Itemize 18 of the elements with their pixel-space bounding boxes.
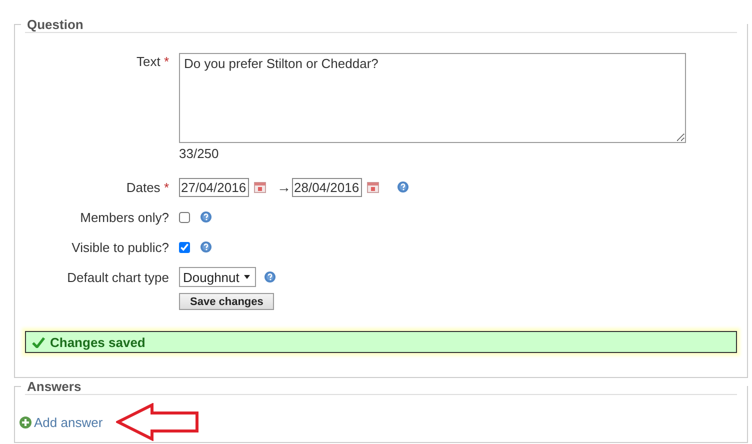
chart-type-dropdown[interactable]: Doughnut	[179, 267, 256, 287]
field-label: Visible to public?	[72, 240, 169, 254]
date-field[interactable]: 27/04/2016	[179, 178, 249, 196]
field-label: Members only?	[80, 210, 169, 224]
required-mark: *	[164, 180, 169, 194]
message-text: Changes saved	[50, 334, 146, 350]
arrow-symbol: →	[277, 179, 291, 195]
text-area[interactable]: Do you prefer Stilton or Cheddar?	[179, 53, 686, 143]
section-title: Answers	[26, 380, 82, 394]
field-label: Text	[136, 54, 160, 69]
date-field[interactable]: 28/04/2016	[292, 178, 362, 196]
field-label: Default chart type	[67, 270, 169, 284]
field-label: Dates	[126, 180, 160, 194]
add-answer-link[interactable]: Add answer	[34, 415, 103, 430]
section-title: Question	[26, 18, 84, 32]
required-mark: *	[164, 54, 169, 69]
save-button[interactable]: Save changes	[179, 293, 274, 310]
character-counter: 33/250	[179, 146, 220, 161]
